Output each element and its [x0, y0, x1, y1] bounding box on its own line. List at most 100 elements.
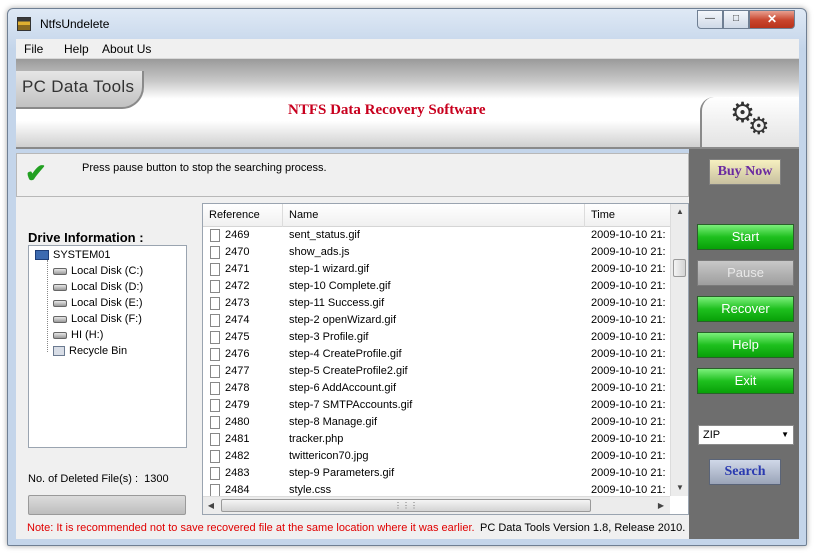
tree-item-drive-c[interactable]: Local Disk (C:) [53, 265, 143, 277]
table-row[interactable]: 2483 step-9 Parameters.gif 2009-10-10 21: [203, 465, 670, 482]
scroll-right-icon[interactable]: ▶ [653, 497, 669, 514]
table-row[interactable]: 2479 step-7 SMTPAccounts.gif 2009-10-10 21… [203, 397, 670, 414]
help-button[interactable]: Help [697, 332, 794, 358]
recycle-bin-icon [53, 346, 65, 357]
menu-file[interactable]: File [24, 42, 43, 56]
search-button[interactable]: Search [709, 459, 781, 485]
horizontal-scroll-thumb[interactable]: ⋮⋮⋮ [221, 499, 591, 512]
gear-icon: ⚙ [748, 113, 770, 140]
cell-reference: 2474 [225, 314, 250, 326]
scroll-up-icon[interactable]: ▲ [671, 204, 688, 220]
cell-name: style.css [289, 484, 332, 496]
table-row[interactable]: 2475 step-3 Profile.gif 2009-10-10 21: [203, 329, 670, 346]
drive-panel: Drive Information : SYSTEM01 Local Disk … [16, 197, 202, 517]
column-header-time[interactable]: Time [585, 204, 670, 227]
pause-button[interactable]: Pause [697, 260, 794, 286]
cell-name: show_ads.js [289, 246, 350, 258]
table-row[interactable]: 2476 step-4 CreateProfile.gif 2009-10-10 2… [203, 346, 670, 363]
footer: Note: It is recommended not to save reco… [16, 517, 689, 539]
footer-note: Note: It is recommended not to save reco… [27, 522, 475, 534]
progress-bar [28, 495, 186, 515]
tree-item-label: Local Disk (C:) [71, 265, 144, 277]
table-row[interactable]: 2469 sent_status.gif 2009-10-10 21: [203, 227, 670, 244]
horizontal-scrollbar[interactable]: ◀ ⋮⋮⋮ ▶ [203, 496, 670, 514]
cell-time: 2009-10-10 21: [591, 433, 666, 445]
tree-item-label: HI (H:) [71, 329, 104, 341]
vertical-scrollbar[interactable]: ▲ ▼ [670, 204, 688, 496]
app-window: NtfsUndelete — □ ✕ File Help About Us PC… [7, 8, 807, 546]
cell-reference: 2475 [225, 331, 250, 343]
cell-time: 2009-10-10 21: [591, 467, 666, 479]
table-row[interactable]: 2482 twittericon70.jpg 2009-10-10 21: [203, 448, 670, 465]
file-icon [210, 314, 220, 327]
tree-connector [47, 260, 48, 352]
cell-reference: 2469 [225, 229, 250, 241]
chevron-down-icon: ▼ [781, 430, 789, 439]
tree-item-drive-h[interactable]: HI (H:) [53, 329, 103, 341]
disk-icon [53, 299, 67, 307]
table-row[interactable]: 2478 step-6 AddAccount.gif 2009-10-10 21: [203, 380, 670, 397]
table-row[interactable]: 2470 show_ads.js 2009-10-10 21: [203, 244, 670, 261]
cell-name: step-2 openWizard.gif [289, 314, 396, 326]
tree-item-label: Local Disk (E:) [71, 297, 143, 309]
cell-time: 2009-10-10 21: [591, 348, 666, 360]
vertical-scroll-thumb[interactable] [673, 259, 686, 277]
file-icon [210, 416, 220, 429]
cell-reference: 2480 [225, 416, 250, 428]
format-select[interactable]: ZIP ▼ [698, 425, 794, 445]
deleted-count-value: 1300 [144, 473, 169, 485]
minimize-button[interactable]: — [697, 10, 723, 29]
tree-item-label: SYSTEM01 [53, 249, 111, 261]
table-row[interactable]: 2481 tracker.php 2009-10-10 21: [203, 431, 670, 448]
tree-item-recycle-bin[interactable]: Recycle Bin [53, 345, 127, 357]
cell-name: step-10 Complete.gif [289, 280, 391, 292]
cell-reference: 2472 [225, 280, 250, 292]
recover-button[interactable]: Recover [697, 296, 794, 322]
scroll-left-icon[interactable]: ◀ [203, 497, 219, 514]
table-row[interactable]: 2473 step-11 Success.gif 2009-10-10 21: [203, 295, 670, 312]
start-button[interactable]: Start [697, 224, 794, 250]
file-icon [210, 263, 220, 276]
maximize-button[interactable]: □ [723, 10, 749, 29]
tree-item-system01[interactable]: SYSTEM01 [35, 249, 110, 261]
tree-item-label: Local Disk (D:) [71, 281, 144, 293]
drive-tree[interactable]: SYSTEM01 Local Disk (C:) Local Disk (D:)… [28, 245, 187, 448]
menu-help[interactable]: Help [64, 42, 89, 56]
cell-name: tracker.php [289, 433, 344, 445]
tree-item-drive-f[interactable]: Local Disk (F:) [53, 313, 142, 325]
file-icon [210, 297, 220, 310]
column-header-name[interactable]: Name [283, 204, 585, 227]
table-row[interactable]: 2471 step-1 wizard.gif 2009-10-10 21: [203, 261, 670, 278]
column-header-reference[interactable]: Reference [203, 204, 283, 227]
table-row[interactable]: 2480 step-8 Manage.gif 2009-10-10 21: [203, 414, 670, 431]
cell-time: 2009-10-10 21: [591, 450, 666, 462]
close-button[interactable]: ✕ [749, 10, 795, 29]
tree-item-drive-e[interactable]: Local Disk (E:) [53, 297, 143, 309]
app-icon [17, 17, 31, 31]
table-row[interactable]: 2477 step-5 CreateProfile2.gif 2009-10-10 … [203, 363, 670, 380]
cell-time: 2009-10-10 21: [591, 246, 666, 258]
cell-reference: 2470 [225, 246, 250, 258]
cell-name: step-4 CreateProfile.gif [289, 348, 402, 360]
cell-time: 2009-10-10 21: [591, 314, 666, 326]
cell-time: 2009-10-10 21: [591, 229, 666, 241]
brand-logo: PC Data Tools [16, 71, 144, 109]
disk-icon [53, 283, 67, 291]
format-select-value: ZIP [703, 429, 721, 441]
disk-icon [53, 315, 67, 323]
cell-reference: 2481 [225, 433, 250, 445]
exit-button[interactable]: Exit [697, 368, 794, 394]
menu-about-us[interactable]: About Us [102, 42, 151, 56]
scroll-down-icon[interactable]: ▼ [671, 480, 688, 496]
cell-name: step-5 CreateProfile2.gif [289, 365, 408, 377]
deleted-count: No. of Deleted File(s) : 1300 [28, 473, 169, 485]
table-row[interactable]: 2474 step-2 openWizard.gif 2009-10-10 21: [203, 312, 670, 329]
file-icon [210, 348, 220, 361]
tree-item-label: Local Disk (F:) [71, 313, 142, 325]
table-row[interactable]: 2472 step-10 Complete.gif 2009-10-10 21: [203, 278, 670, 295]
file-list[interactable]: Reference Name Time 2469 sent_status.gif 2… [202, 203, 689, 515]
cell-time: 2009-10-10 21: [591, 484, 666, 496]
buy-now-button[interactable]: Buy Now [709, 159, 781, 185]
cell-name: step-8 Manage.gif [289, 416, 378, 428]
tree-item-drive-d[interactable]: Local Disk (D:) [53, 281, 143, 293]
